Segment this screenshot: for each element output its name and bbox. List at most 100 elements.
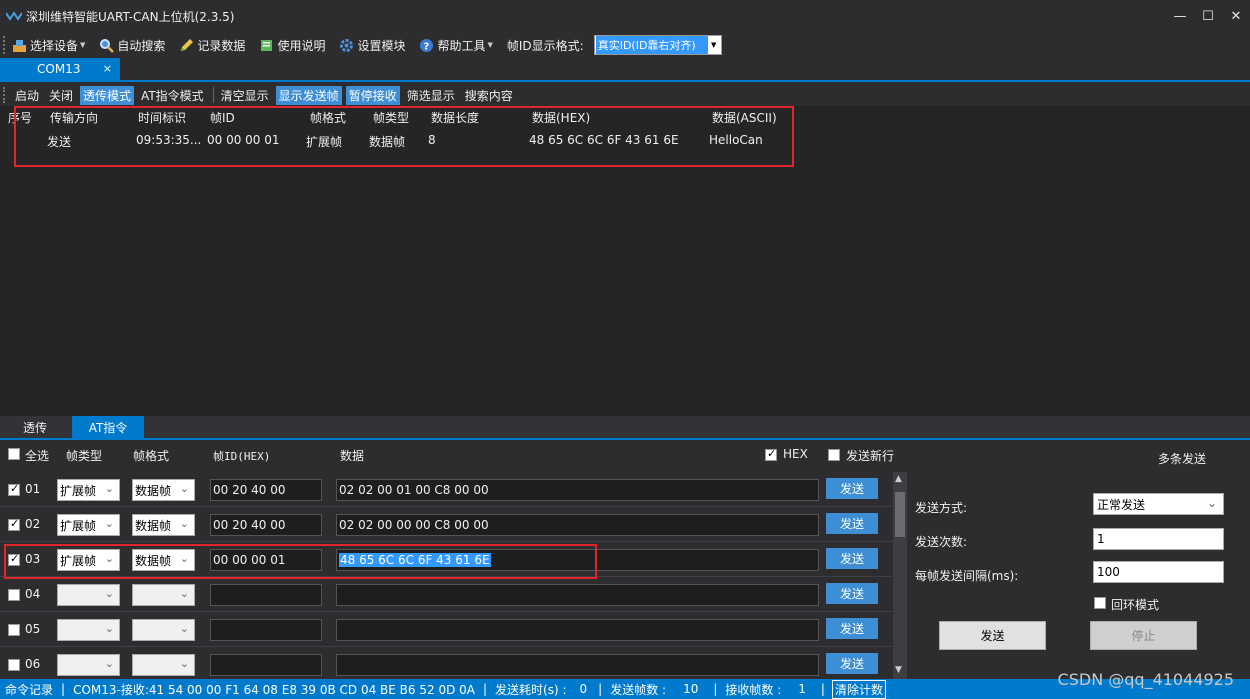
auto-search-button[interactable]: 自动搜索 bbox=[99, 37, 165, 54]
send-rows-scrollbar[interactable]: ▲ ▼ bbox=[893, 472, 907, 679]
stop-button[interactable]: 停止 bbox=[1090, 621, 1197, 650]
frame-type-select[interactable]: ⌄ bbox=[57, 654, 120, 676]
frame-id-input[interactable]: 00 20 40 00 bbox=[210, 514, 322, 536]
usage-button[interactable]: 使用说明 bbox=[259, 37, 325, 54]
frame-id-input[interactable] bbox=[210, 654, 322, 676]
row-checkbox[interactable] bbox=[8, 482, 20, 496]
frame-format-select[interactable]: 数据帧 ⌄ bbox=[132, 479, 195, 501]
data-input[interactable]: 02 02 00 00 00 C8 00 00 bbox=[336, 514, 819, 536]
frame-format-select[interactable]: ⌄ bbox=[132, 619, 195, 641]
chevron-down-icon: ⌄ bbox=[179, 587, 189, 600]
send-time-label: 发送耗时(s) : bbox=[495, 682, 567, 697]
tab-passthrough[interactable]: 透传 bbox=[0, 416, 70, 438]
frame-id-input[interactable]: 00 20 40 00 bbox=[210, 479, 322, 501]
annotation-highlight-box bbox=[4, 544, 597, 579]
row-checkbox[interactable] bbox=[8, 624, 20, 636]
help-tools-button[interactable]: ? 帮助工具 ▼ bbox=[419, 37, 493, 54]
close-button[interactable]: ✕ bbox=[1222, 0, 1250, 32]
pause-receive-button[interactable]: 暂停接收 bbox=[345, 85, 400, 105]
clear-display-button[interactable]: 清空显示 bbox=[218, 86, 272, 105]
frame-id-input[interactable] bbox=[210, 619, 322, 641]
search-content-button[interactable]: 搜索内容 bbox=[462, 86, 516, 105]
maximize-button[interactable]: ☐ bbox=[1194, 0, 1222, 32]
status-separator: | bbox=[713, 682, 718, 696]
chevron-down-icon: ⌄ bbox=[104, 657, 114, 670]
frame-type-select[interactable]: ⌄ bbox=[57, 619, 120, 641]
send-button[interactable]: 发送 bbox=[826, 513, 878, 534]
row-checkbox[interactable] bbox=[8, 517, 20, 531]
frame-type-select[interactable]: 扩展帧 ⌄ bbox=[57, 514, 120, 536]
id-format-select[interactable]: 真实ID(ID靠右对齐) ▼ bbox=[593, 35, 722, 55]
hex-label: HEX bbox=[783, 447, 808, 461]
frame-format-select[interactable]: 数据帧 ⌄ bbox=[132, 514, 195, 536]
frame-type-select[interactable]: ⌄ bbox=[57, 584, 120, 606]
book-icon bbox=[261, 39, 273, 51]
chevron-down-icon: ⌄ bbox=[179, 622, 189, 635]
multi-send-button[interactable]: 发送 bbox=[939, 621, 1046, 650]
command-log-link[interactable]: 命令记录 bbox=[0, 681, 58, 698]
data-input[interactable] bbox=[336, 619, 819, 641]
select-all-checkbox[interactable] bbox=[8, 448, 20, 460]
send-mode-select[interactable]: 正常发送 ⌄ bbox=[1093, 493, 1224, 515]
device-icon bbox=[13, 39, 26, 52]
send-button[interactable]: 发送 bbox=[826, 478, 878, 499]
send-mode-tabs: 透传 AT指令 bbox=[0, 416, 1250, 440]
help-tools-label: 帮助工具 bbox=[437, 38, 486, 53]
select-device-button[interactable]: 选择设备 ▼ bbox=[12, 37, 85, 54]
send-button[interactable]: 发送 bbox=[826, 618, 878, 639]
chevron-down-icon: ⌄ bbox=[179, 657, 189, 670]
record-data-button[interactable]: 记录数据 bbox=[179, 37, 245, 54]
chevron-down-icon: ⌄ bbox=[1206, 496, 1217, 510]
watermark: CSDN @qq_41044925 bbox=[1057, 670, 1234, 689]
status-separator: | bbox=[820, 682, 825, 696]
loop-mode-checkbox[interactable] bbox=[1094, 597, 1106, 609]
chevron-up-icon[interactable]: ▲ bbox=[895, 474, 902, 484]
minimize-button[interactable]: — bbox=[1166, 0, 1194, 32]
frame-type-select[interactable]: 扩展帧 ⌄ bbox=[57, 479, 120, 501]
row-number: 01 bbox=[25, 482, 41, 496]
row-checkbox[interactable] bbox=[8, 589, 20, 601]
interval-input[interactable]: 100 bbox=[1093, 561, 1224, 583]
toolbar-grip[interactable] bbox=[3, 87, 6, 103]
passthrough-mode-button[interactable]: 透传模式 bbox=[80, 85, 135, 105]
id-format-value: 真实ID(ID靠右对齐) bbox=[595, 36, 708, 54]
data-input[interactable] bbox=[336, 654, 819, 676]
toolbar-grip[interactable] bbox=[3, 36, 6, 54]
send-button[interactable]: 发送 bbox=[826, 653, 878, 674]
multi-send-panel: 发送方式: 正常发送 ⌄ 发送次数: 1 每帧发送间隔(ms): 100 回环模… bbox=[907, 472, 1250, 679]
start-button[interactable]: 启动 bbox=[12, 86, 42, 105]
send-row-05: 05 ⌄ ⌄ 发送 bbox=[0, 612, 893, 647]
hex-checkbox[interactable] bbox=[765, 447, 777, 461]
close-port-button[interactable]: 关闭 bbox=[46, 86, 76, 105]
frame-format-select[interactable]: ⌄ bbox=[132, 654, 195, 676]
frame-id-input[interactable] bbox=[210, 584, 322, 606]
frame-format-select[interactable]: ⌄ bbox=[132, 584, 195, 606]
frame-log-grid[interactable]: 序号 传输方向 时间标识 帧ID 帧格式 帧类型 数据长度 数据(HEX) 数据… bbox=[0, 106, 1250, 416]
send-button[interactable]: 发送 bbox=[826, 548, 878, 569]
tab-at-command[interactable]: AT指令 bbox=[72, 416, 144, 438]
send-count-label: 发送次数: bbox=[915, 535, 968, 549]
data-input[interactable] bbox=[336, 584, 819, 606]
send-newline-checkbox[interactable] bbox=[828, 449, 840, 461]
tab-com13[interactable]: COM13 × bbox=[0, 58, 120, 80]
row-number: 04 bbox=[25, 587, 41, 601]
setup-module-button[interactable]: 设置模块 bbox=[339, 37, 405, 54]
at-mode-button[interactable]: AT指令模式 bbox=[138, 86, 207, 105]
window-title: 深圳维特智能UART-CAN上位机(2.3.5) bbox=[26, 9, 235, 24]
chevron-down-icon: ⌄ bbox=[104, 482, 114, 495]
send-button[interactable]: 发送 bbox=[826, 583, 878, 604]
filter-display-button[interactable]: 筛选显示 bbox=[404, 86, 458, 105]
chevron-down-icon: ▼ bbox=[487, 41, 493, 49]
chevron-down-icon[interactable]: ▼ bbox=[895, 665, 902, 675]
send-count-input[interactable]: 1 bbox=[1093, 528, 1224, 550]
data-input[interactable]: 02 02 00 01 00 C8 00 00 bbox=[336, 479, 819, 501]
row-checkbox[interactable] bbox=[8, 659, 20, 671]
frame-type-value: 扩展帧 bbox=[60, 518, 97, 533]
annotation-highlight-box bbox=[14, 106, 794, 167]
scrollbar-thumb[interactable] bbox=[895, 492, 905, 537]
recv-frames-value: 1 bbox=[798, 682, 806, 696]
close-icon[interactable]: × bbox=[103, 62, 112, 75]
document-tab-strip: COM13 × bbox=[0, 58, 1250, 82]
show-sent-frames-button[interactable]: 显示发送帧 bbox=[275, 85, 342, 105]
clear-count-button[interactable]: 清除计数 bbox=[831, 679, 886, 699]
